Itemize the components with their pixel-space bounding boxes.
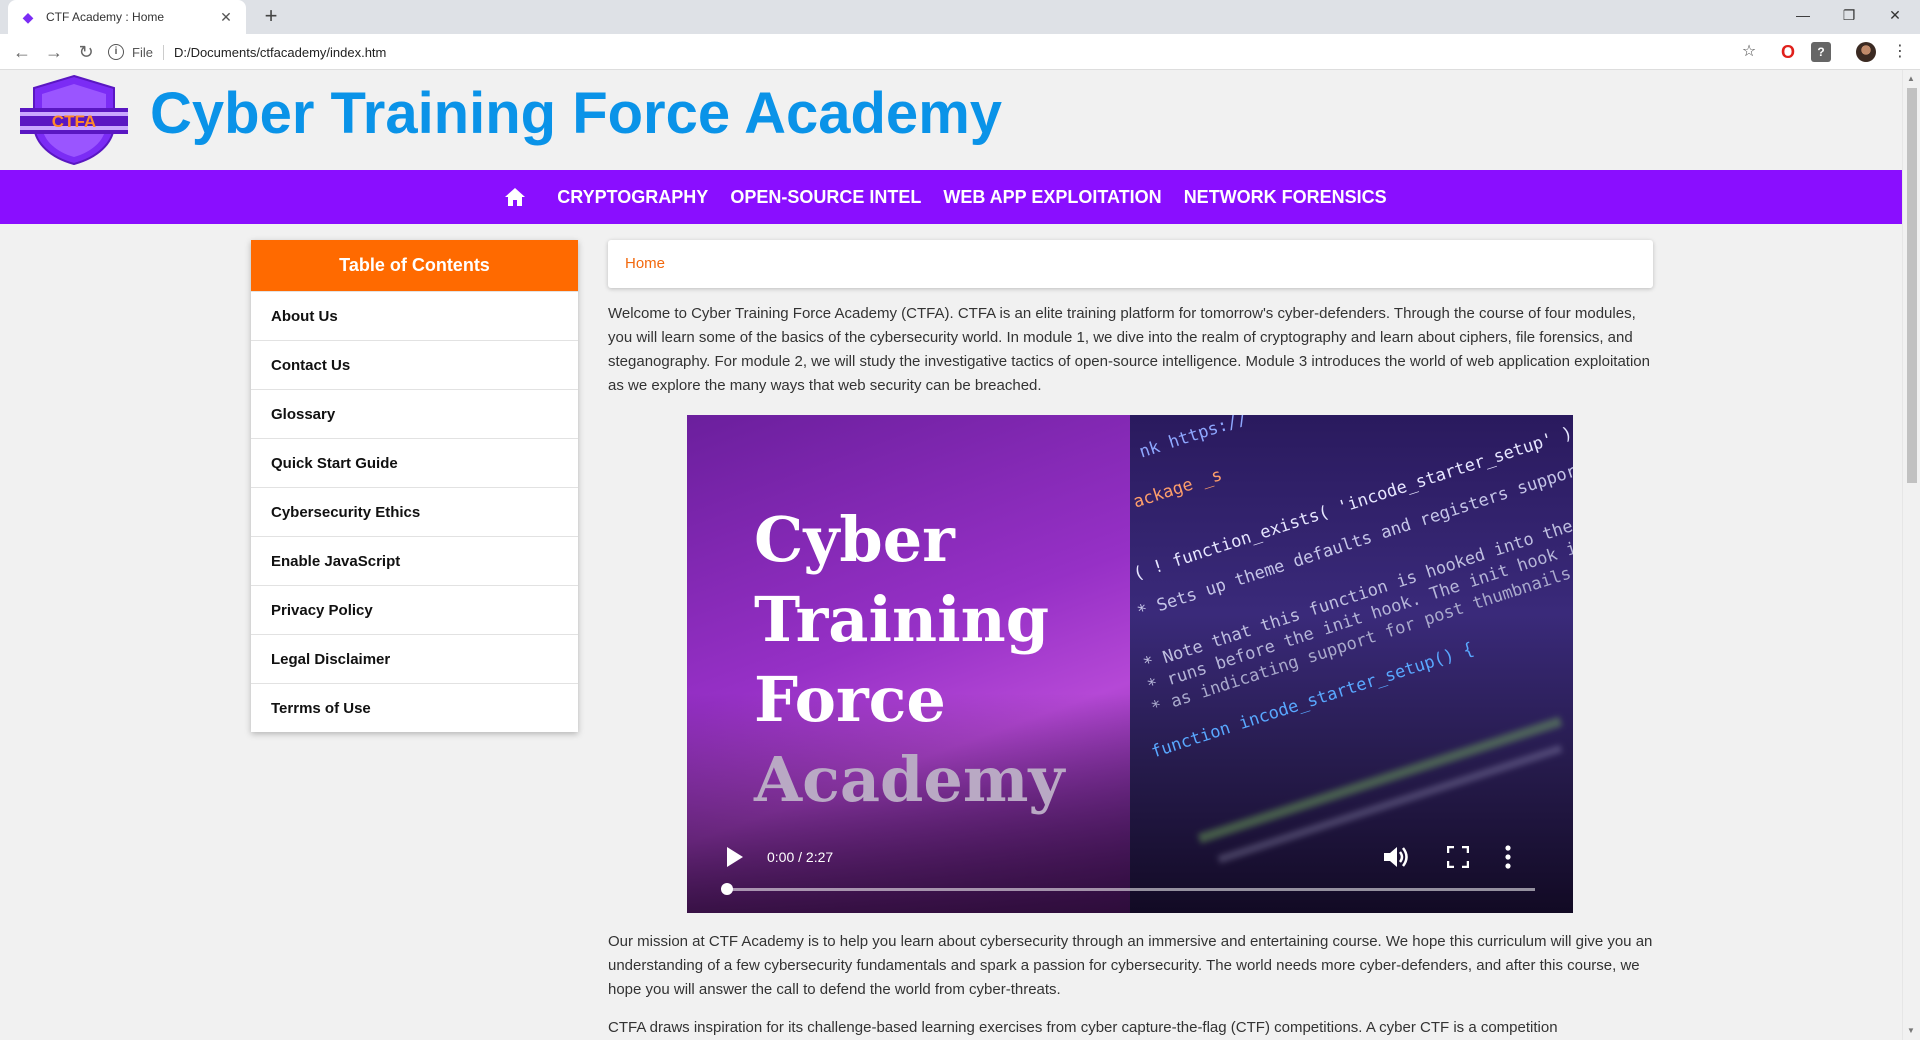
close-window-icon[interactable]: ✕ (1872, 0, 1918, 30)
toc-item-about-us[interactable]: About Us (251, 291, 578, 340)
scheme-label: File (132, 44, 164, 60)
info-icon[interactable]: i (108, 44, 124, 60)
menu-kebab-icon[interactable]: ⋮ (1890, 42, 1910, 62)
toc-header: Table of Contents (251, 240, 578, 291)
video-code-panel: nk https:// ackage _s ( ! function_exist… (1130, 415, 1573, 913)
code-line: ackage _s (1130, 465, 1225, 513)
video-title-line: Training (754, 583, 1050, 656)
toc-item-cybersecurity-ethics[interactable]: Cybersecurity Ethics (251, 487, 578, 536)
nav-link-open-source-intel[interactable]: OPEN-SOURCE INTEL (730, 187, 921, 208)
video-title-line: Academy (754, 743, 1065, 816)
tab-title: CTF Academy : Home (46, 10, 165, 24)
page-scrollbar[interactable]: ▲ ▼ (1902, 70, 1920, 1040)
scroll-down-icon[interactable]: ▼ (1907, 1026, 1915, 1035)
play-icon[interactable] (727, 847, 743, 867)
nav-link-network-forensics[interactable]: NETWORK FORENSICS (1184, 187, 1387, 208)
reload-icon[interactable]: ↻ (74, 40, 98, 64)
site-header: CTFA Cyber Training Force Academy (0, 70, 1902, 170)
home-icon[interactable] (504, 187, 526, 207)
breadcrumb: Home (608, 240, 1653, 288)
main-content-continued: Our mission at CTF Academy is to help yo… (608, 930, 1653, 1040)
scroll-up-icon[interactable]: ▲ (1907, 74, 1915, 83)
bookmark-star-icon[interactable]: ☆ (1739, 42, 1759, 62)
toc-item-legal-disclaimer[interactable]: Legal Disclaimer (251, 634, 578, 683)
toc-item-glossary[interactable]: Glossary (251, 389, 578, 438)
toc-item-contact-us[interactable]: Contact Us (251, 340, 578, 389)
mission-paragraph: Our mission at CTF Academy is to help yo… (608, 933, 1653, 998)
page-viewport: CTFA Cyber Training Force Academy CRYPTO… (0, 70, 1902, 1040)
forward-icon[interactable]: → (42, 40, 66, 64)
volume-icon[interactable] (1382, 844, 1410, 870)
site-title: Cyber Training Force Academy (150, 81, 1003, 146)
help-extension-icon[interactable]: ? (1811, 42, 1831, 62)
intro-paragraph: Welcome to Cyber Training Force Academy … (608, 305, 1650, 394)
more-options-icon[interactable] (1505, 845, 1511, 869)
ctfa-logo-shield-icon[interactable]: CTFA (18, 74, 130, 166)
video-progress-track[interactable] (725, 888, 1535, 891)
toc-item-quick-start-guide[interactable]: Quick Start Guide (251, 438, 578, 487)
toc-item-privacy-policy[interactable]: Privacy Policy (251, 585, 578, 634)
close-tab-icon[interactable]: ✕ (218, 9, 234, 26)
nav-link-web-app-exploitation[interactable]: WEB APP EXPLOITATION (943, 187, 1161, 208)
table-of-contents: Table of Contents About Us Contact Us Gl… (251, 240, 578, 732)
restore-icon[interactable]: ❐ (1826, 0, 1872, 30)
toc-item-enable-javascript[interactable]: Enable JavaScript (251, 536, 578, 585)
opera-extension-icon[interactable]: O (1778, 42, 1798, 62)
new-tab-button[interactable]: + (258, 4, 284, 30)
video-title: Cyber Training Force Academy (754, 500, 1064, 820)
scrollbar-thumb[interactable] (1907, 88, 1917, 483)
url-text[interactable]: D:/Documents/ctfacademy/index.htm (174, 45, 386, 60)
fullscreen-icon[interactable] (1447, 846, 1469, 868)
video-progress-knob[interactable] (721, 883, 733, 895)
video-time: 0:00 / 2:27 (767, 849, 834, 865)
video-title-line: Force (754, 663, 946, 736)
video-title-line: Cyber (754, 503, 955, 576)
toc-item-terms-of-use[interactable]: Terrms of Use (251, 683, 578, 732)
logo-text: CTFA (52, 112, 96, 131)
breadcrumb-home-link[interactable]: Home (625, 255, 665, 272)
code-line: nk https:// (1136, 415, 1251, 463)
inspiration-paragraph: CTFA draws inspiration for its challenge… (608, 1019, 1558, 1036)
main-content: Welcome to Cyber Training Force Academy … (608, 302, 1653, 412)
browser-tab[interactable]: ◆ CTF Academy : Home ✕ (8, 0, 246, 34)
browser-tab-bar: ◆ CTF Academy : Home ✕ + — ❐ ✕ (0, 0, 1920, 34)
back-icon[interactable]: ← (10, 40, 34, 64)
main-nav: CRYPTOGRAPHY OPEN-SOURCE INTEL WEB APP E… (0, 170, 1902, 224)
minimize-icon[interactable]: — (1780, 0, 1826, 30)
intro-video-player[interactable]: nk https:// ackage _s ( ! function_exist… (687, 415, 1573, 913)
profile-avatar[interactable] (1856, 42, 1876, 62)
address-bar: ← → ↻ i File D:/Documents/ctfacademy/ind… (0, 34, 1920, 70)
url-omnibox[interactable]: i File D:/Documents/ctfacademy/index.htm (108, 38, 1778, 66)
site-favicon-icon: ◆ (22, 9, 34, 25)
nav-link-cryptography[interactable]: CRYPTOGRAPHY (557, 187, 708, 208)
blurred-code-line (1197, 716, 1563, 844)
